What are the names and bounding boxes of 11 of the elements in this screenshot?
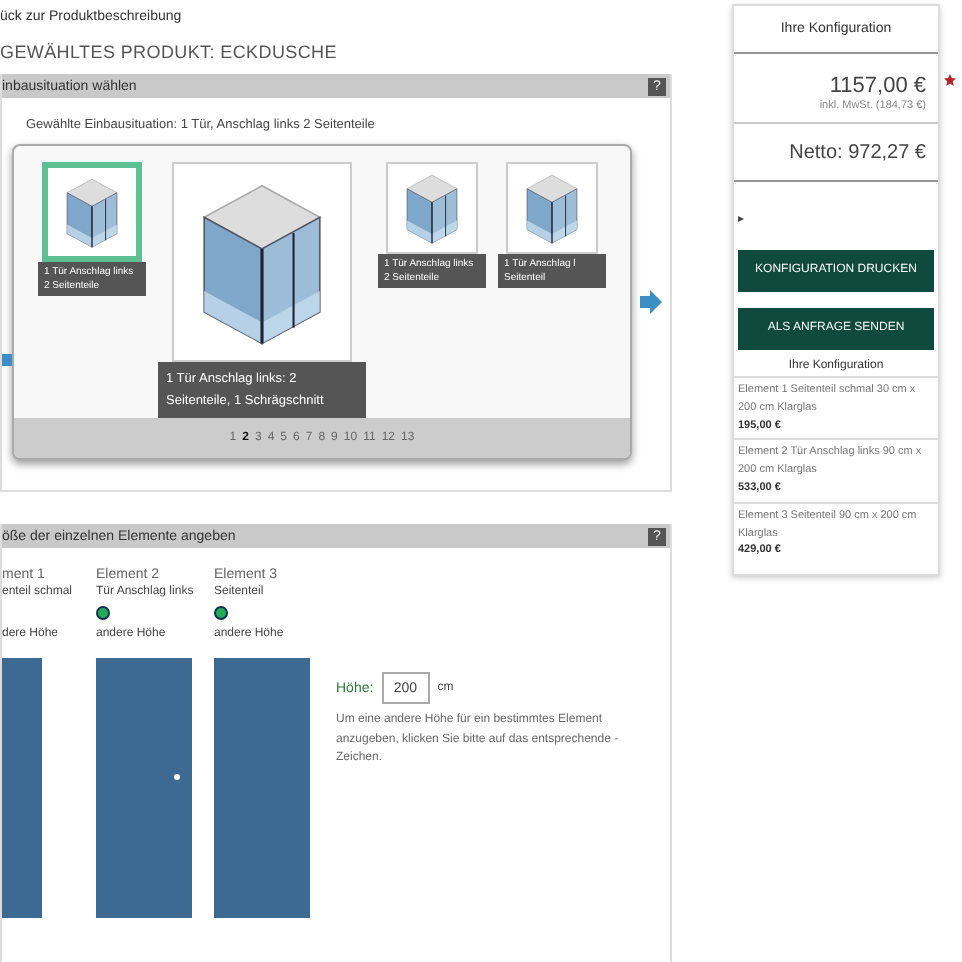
handle-icon xyxy=(174,774,180,780)
product-heading: GEWÄHLTES PRODUKT: ECKDUSCHE xyxy=(0,42,339,62)
radio-button[interactable] xyxy=(214,606,228,620)
situation-thumbnail[interactable] xyxy=(42,162,142,262)
star-icon xyxy=(944,74,956,86)
radio-button[interactable] xyxy=(96,606,110,620)
net-price: Netto: 972,27 € xyxy=(734,124,938,182)
right-arrow-icon[interactable] xyxy=(640,290,662,314)
situation-thumbnail[interactable] xyxy=(506,162,598,254)
total-price: 1157,00 € xyxy=(827,72,928,100)
situation-thumbnail[interactable] xyxy=(386,162,478,254)
